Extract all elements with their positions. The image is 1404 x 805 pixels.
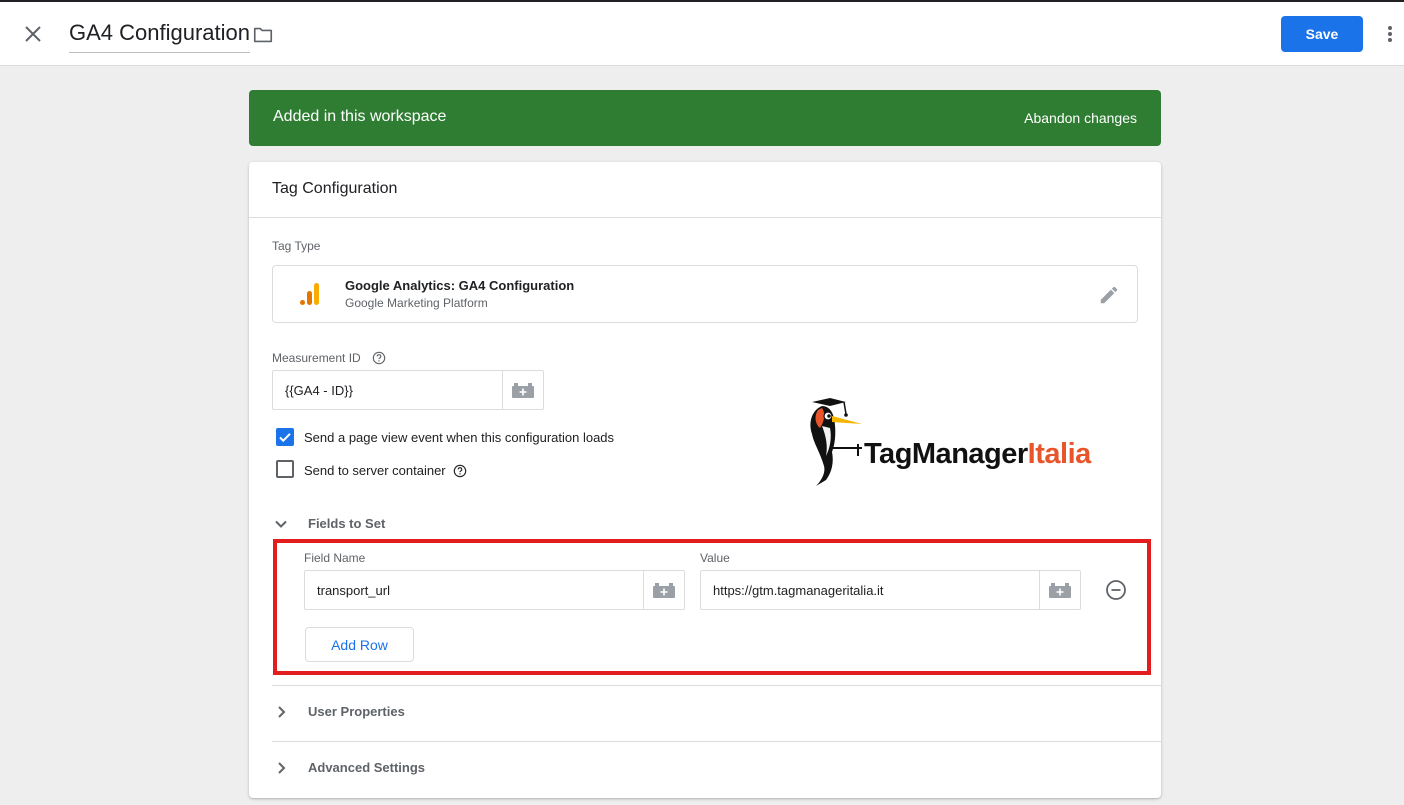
logo-text-dark: TagManager	[864, 438, 1028, 470]
server-container-label: Send to server container	[304, 463, 446, 478]
chevron-right-icon	[278, 706, 286, 718]
chevron-right-icon	[278, 762, 286, 774]
variable-picker-button[interactable]	[502, 371, 543, 409]
help-circle-icon[interactable]	[372, 351, 386, 365]
card-title: Tag Configuration	[272, 180, 398, 197]
top-bar: GA4 Configuration Save	[0, 0, 1404, 66]
folder-icon	[253, 27, 273, 43]
field-name-group	[304, 570, 685, 610]
abandon-changes-button[interactable]: Abandon changes	[1024, 110, 1137, 126]
measurement-id-input[interactable]	[273, 371, 502, 409]
measurement-id-group	[272, 370, 544, 410]
variable-picker-button[interactable]	[643, 571, 684, 609]
logo-wordmark: TagManagerItalia	[864, 438, 1091, 471]
help-circle-icon[interactable]	[453, 464, 467, 478]
card-divider	[249, 217, 1161, 218]
logo-text-orange: Italia	[1027, 438, 1092, 470]
tag-type-selector[interactable]: Google Analytics: GA4 Configuration Goog…	[272, 265, 1138, 323]
measurement-id-label: Measurement ID	[272, 351, 361, 365]
section-divider	[272, 741, 1161, 742]
value-header: Value	[700, 551, 730, 565]
more-vert-icon	[1388, 26, 1392, 42]
close-icon	[25, 26, 41, 42]
variable-icon	[512, 383, 534, 398]
add-row-button[interactable]: Add Row	[305, 627, 414, 662]
banner-text: Added in this workspace	[273, 108, 447, 125]
more-options-button[interactable]	[1380, 22, 1400, 46]
woodpecker-mascot-icon	[810, 398, 862, 486]
server-container-checkbox[interactable]	[276, 460, 294, 478]
save-button[interactable]: Save	[1281, 16, 1363, 52]
checkmark-icon	[279, 433, 291, 443]
workspace-banner: Added in this workspace Abandon changes	[249, 90, 1161, 146]
variable-picker-button[interactable]	[1039, 571, 1080, 609]
edit-pencil-icon[interactable]	[1098, 284, 1120, 306]
tag-type-label: Tag Type	[272, 239, 321, 253]
tagmanageritalia-logo: TagManagerItalia	[802, 396, 1114, 488]
pageview-checkbox[interactable]	[276, 428, 294, 446]
section-divider	[272, 685, 1161, 686]
field-value-group	[700, 570, 1081, 610]
fields-to-set-toggle[interactable]: Fields to Set	[272, 512, 472, 536]
variable-icon	[1049, 583, 1071, 598]
field-name-input[interactable]	[305, 571, 643, 609]
field-value-input[interactable]	[701, 571, 1039, 609]
fields-to-set-title: Fields to Set	[308, 516, 386, 531]
user-properties-title: User Properties	[308, 704, 405, 719]
tag-type-provider: Google Marketing Platform	[345, 296, 488, 310]
tag-type-name: Google Analytics: GA4 Configuration	[345, 278, 575, 293]
chevron-down-icon	[275, 520, 287, 528]
tag-title[interactable]: GA4 Configuration	[69, 20, 250, 53]
pageview-checkbox-label: Send a page view event when this configu…	[304, 430, 615, 445]
advanced-settings-title: Advanced Settings	[308, 760, 426, 775]
remove-row-button[interactable]	[1105, 579, 1127, 601]
advanced-settings-toggle[interactable]: Advanced Settings	[272, 756, 472, 780]
folder-button[interactable]	[252, 24, 274, 46]
tag-configuration-card: Tag Configuration Tag Type Google Analyt…	[249, 162, 1161, 798]
user-properties-toggle[interactable]: User Properties	[272, 700, 472, 724]
variable-icon	[653, 583, 675, 598]
remove-circle-icon	[1106, 580, 1126, 600]
field-name-header: Field Name	[304, 551, 366, 565]
google-analytics-icon	[300, 283, 319, 305]
close-button[interactable]	[21, 22, 45, 46]
